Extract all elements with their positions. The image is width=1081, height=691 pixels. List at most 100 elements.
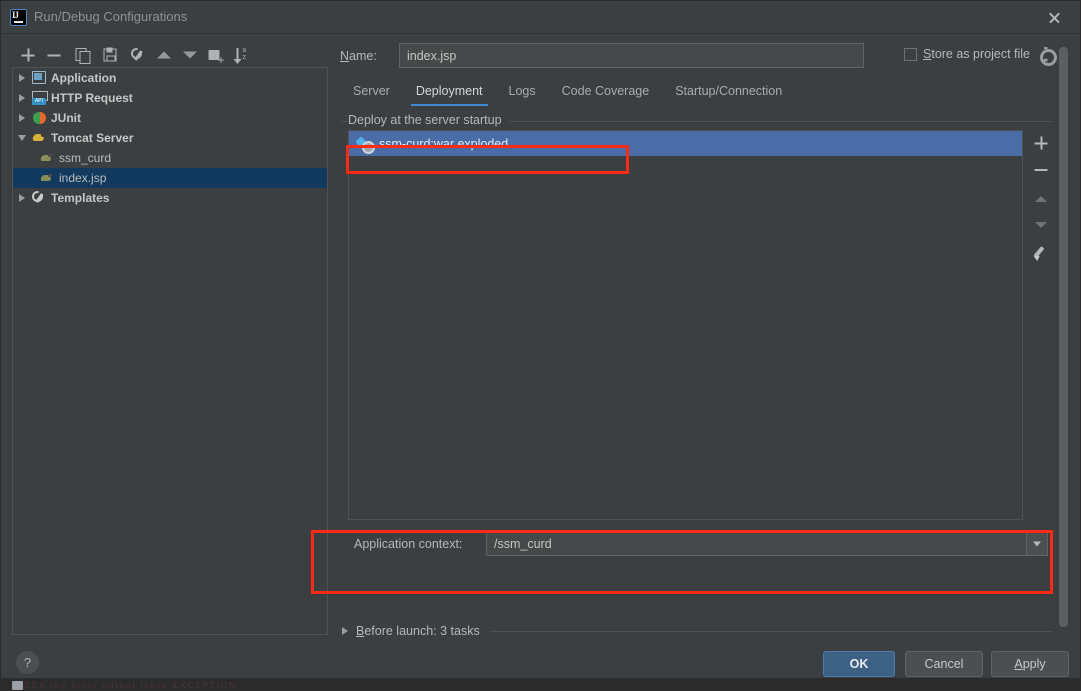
sidebar-item-index-jsp[interactable]: index.jsp [13, 168, 327, 188]
background-strip: IDEA log error output trace EXCEPTION [0, 679, 1081, 691]
ok-button[interactable]: OK [823, 651, 895, 677]
arrow-down-icon [183, 51, 197, 59]
tree-item-label: ssm_curd [59, 151, 112, 165]
copy-configuration-button[interactable] [69, 42, 95, 68]
copy-icon [75, 48, 91, 64]
http-request-icon [30, 90, 48, 106]
tree-item-label: HTTP Request [51, 91, 133, 105]
edit-templates-button[interactable] [124, 42, 150, 68]
sidebar-item-tomcat-server[interactable]: Tomcat Server [13, 128, 327, 148]
before-launch-label: Before launch: 3 tasks [356, 624, 480, 638]
configuration-editor: Name: Store as project file Server Deplo… [336, 39, 1058, 641]
sidebar-item-application[interactable]: Application [13, 68, 327, 88]
tree-item-label: Application [51, 71, 117, 85]
application-context-row: Application context: [348, 531, 1048, 557]
move-artifact-down-button[interactable] [1028, 212, 1054, 238]
cancel-button[interactable]: Cancel [905, 651, 983, 677]
sidebar-item-http-request[interactable]: HTTP Request [13, 88, 327, 108]
arrow-down-icon [1035, 222, 1047, 228]
tab-deployment[interactable]: Deployment [403, 79, 496, 107]
sidebar-item-ssm-curd[interactable]: ssm_curd [13, 148, 327, 168]
configuration-tabs: Server Deployment Logs Code Coverage Sta… [340, 79, 1056, 107]
application-context-label: Application context: [354, 537, 463, 551]
plus-icon [1034, 136, 1048, 150]
deployment-list-buttons [1028, 130, 1054, 280]
background-ghost-text: IDEA log error output trace EXCEPTION [20, 681, 238, 690]
plus-icon [21, 48, 35, 62]
artifact-label: ssm-curd:war exploded [379, 136, 509, 151]
intellij-logo-icon [10, 9, 27, 26]
background-taskbar-icon [12, 681, 23, 690]
window-title: Run/Debug Configurations [34, 9, 188, 24]
configurations-tree: Application HTTP Request JUnit Tomcat Se… [12, 67, 328, 635]
artifact-icon [357, 137, 375, 154]
tomcat-config-icon [38, 150, 56, 166]
apply-button[interactable]: Apply [991, 651, 1069, 677]
run-debug-configurations-dialog: Run/Debug Configurations az Application … [0, 0, 1081, 679]
pencil-icon [1034, 246, 1048, 260]
edit-artifact-button[interactable] [1028, 240, 1054, 266]
triangle-right-icon[interactable] [13, 94, 30, 102]
tab-logs[interactable]: Logs [496, 79, 549, 107]
triangle-right-icon[interactable] [13, 194, 30, 202]
table-row[interactable]: ssm-curd:war exploded [349, 131, 1022, 156]
templates-icon [30, 190, 48, 206]
new-folder-button[interactable] [203, 42, 229, 68]
application-context-input[interactable] [487, 536, 1026, 551]
scrollbar-thumb[interactable] [1059, 47, 1068, 627]
remove-configuration-button[interactable] [41, 42, 67, 68]
help-button[interactable]: ? [16, 651, 39, 674]
tab-server[interactable]: Server [340, 79, 403, 107]
move-artifact-up-button[interactable] [1028, 186, 1054, 212]
wrench-icon [130, 48, 144, 62]
triangle-down-icon[interactable] [13, 135, 30, 141]
tree-item-label: Templates [51, 191, 110, 205]
dialog-actions: OK Cancel Apply [811, 651, 1069, 677]
tomcat-config-icon [38, 170, 56, 186]
store-as-project-file-checkbox[interactable] [904, 47, 917, 61]
application-context-combobox[interactable] [486, 531, 1048, 556]
junit-icon [30, 110, 48, 126]
move-down-button[interactable] [177, 42, 203, 68]
store-as-project-file-row[interactable]: Store as project file [904, 47, 1058, 66]
sort-az-icon: az [233, 46, 252, 64]
new-folder-icon [208, 49, 225, 66]
before-launch-separator [489, 630, 1052, 632]
gear-icon[interactable] [1039, 48, 1058, 66]
triangle-right-icon[interactable] [13, 74, 30, 82]
tomcat-icon [30, 130, 48, 146]
close-icon[interactable] [1036, 6, 1072, 30]
save-configuration-button[interactable] [97, 42, 123, 68]
vertical-scrollbar[interactable] [1058, 39, 1069, 639]
save-icon [103, 47, 117, 62]
minus-icon [47, 49, 61, 62]
chevron-down-icon[interactable] [1026, 532, 1047, 555]
sidebar-item-junit[interactable]: JUnit [13, 108, 327, 128]
sidebar-item-templates[interactable]: Templates [13, 188, 327, 208]
deployment-artifacts-list[interactable]: ssm-curd:war exploded [348, 130, 1023, 520]
tree-item-label: index.jsp [59, 171, 107, 185]
add-artifact-button[interactable] [1028, 130, 1054, 156]
name-row: Name: Store as project file [340, 43, 1058, 69]
name-input[interactable] [399, 43, 864, 68]
title-bar: Run/Debug Configurations [1, 1, 1080, 34]
remove-artifact-button[interactable] [1028, 157, 1054, 183]
application-icon [30, 70, 48, 86]
tab-code-coverage[interactable]: Code Coverage [549, 79, 663, 107]
name-label: Name: [340, 49, 377, 63]
tab-startup-connection[interactable]: Startup/Connection [662, 79, 795, 107]
deployment-section: Deploy at the server startup ssm-curd:wa… [342, 113, 1052, 583]
arrow-up-icon [157, 51, 171, 59]
add-configuration-button[interactable] [15, 42, 41, 68]
arrow-up-icon [1035, 196, 1047, 202]
triangle-right-icon[interactable] [13, 114, 30, 122]
store-as-project-file-label: Store as project file [923, 47, 1031, 61]
minus-icon [1034, 169, 1048, 171]
move-up-button[interactable] [151, 42, 177, 68]
configurations-toolbar: az [11, 42, 327, 68]
triangle-right-icon[interactable] [342, 627, 348, 635]
sort-button[interactable]: az [231, 42, 257, 68]
deploy-group-title: Deploy at the server startup [348, 113, 510, 127]
tree-item-label: JUnit [51, 111, 81, 125]
before-launch-section[interactable]: Before launch: 3 tasks [342, 621, 1052, 641]
